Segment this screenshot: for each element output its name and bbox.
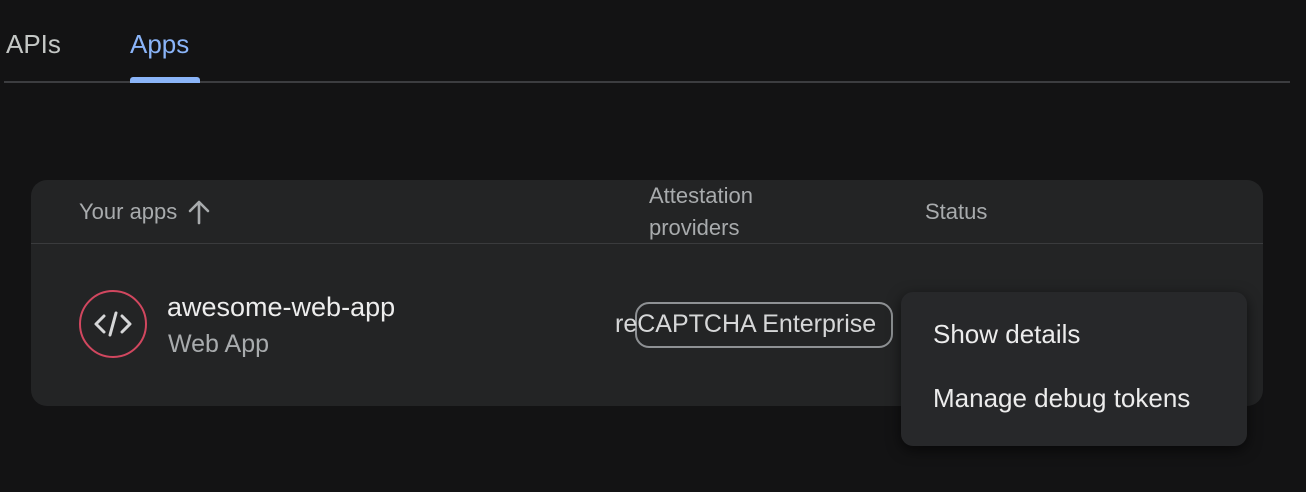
column-header-label: Your apps: [79, 199, 178, 224]
menu-item-show-details[interactable]: Show details: [933, 319, 1080, 350]
provider-chip-label: reCAPTCHA Enterprise: [615, 310, 877, 338]
code-icon: [79, 290, 147, 358]
arrow-up-icon: [188, 200, 210, 225]
row-actions-menu: Show details Manage debug tokens: [901, 292, 1247, 446]
column-header-attestation-providers: Attestation providers: [649, 183, 753, 240]
active-tab-indicator: [130, 77, 200, 83]
app-type: Web App: [168, 330, 270, 358]
tab-bar: APIs Apps: [4, 0, 1290, 83]
column-header-status: Status: [925, 199, 988, 224]
tab-apps[interactable]: Apps: [130, 27, 189, 61]
menu-item-manage-debug-tokens[interactable]: Manage debug tokens: [933, 383, 1190, 414]
column-header-your-apps[interactable]: Your apps: [79, 196, 211, 228]
tab-apis[interactable]: APIs: [6, 27, 61, 61]
app-name: awesome-web-app: [167, 292, 396, 322]
table-header: Your apps Attestation providers Status: [31, 180, 1263, 244]
app-check-page: APIs Apps Your apps Attestation provider…: [0, 0, 1306, 492]
